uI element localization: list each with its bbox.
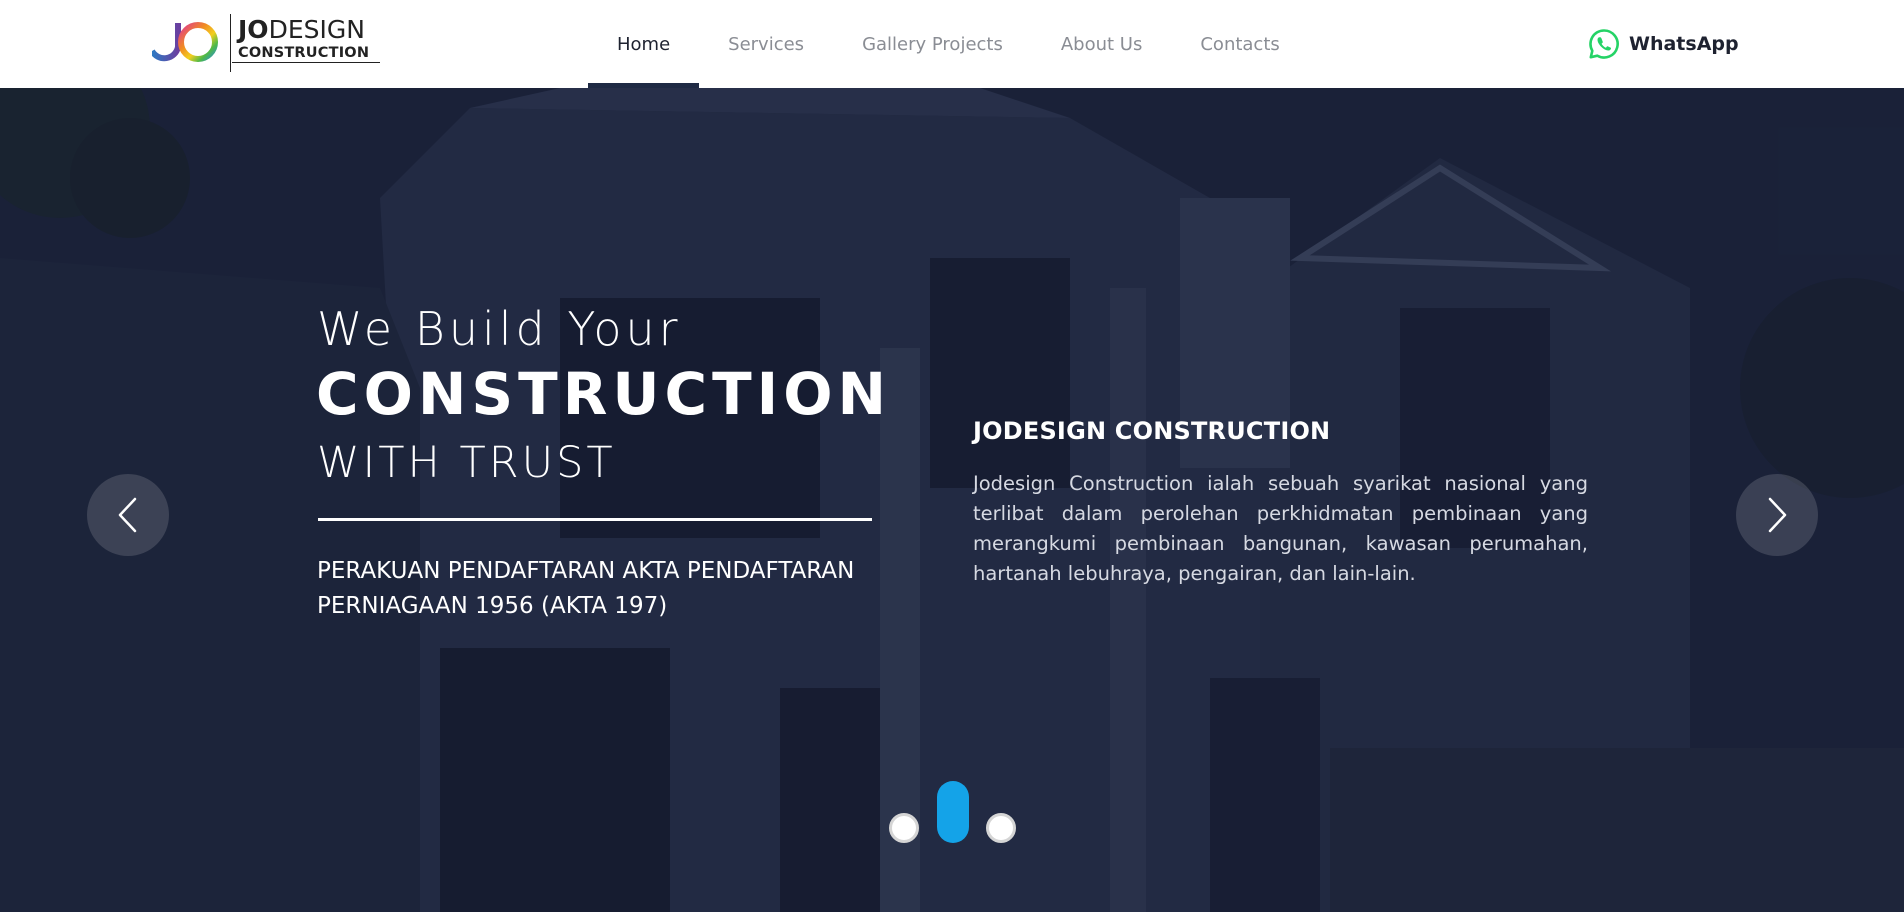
logo-icon — [152, 22, 218, 62]
whatsapp-icon — [1589, 29, 1619, 59]
site-logo[interactable]: JODESIGN CONSTRUCTION — [152, 12, 380, 74]
slider-dot-2[interactable] — [937, 781, 969, 843]
site-header: JODESIGN CONSTRUCTION Home Services Gall… — [0, 0, 1904, 88]
whatsapp-button[interactable]: WhatsApp — [1588, 28, 1739, 60]
hero-headline-line2: CONSTRUCTION — [316, 360, 892, 428]
logo-word-light: DESIGN — [268, 15, 365, 44]
logo-subtitle: CONSTRUCTION — [238, 45, 370, 61]
slider-prev-button[interactable] — [87, 474, 169, 556]
nav-contacts[interactable]: Contacts — [1171, 0, 1308, 88]
nav-gallery-projects[interactable]: Gallery Projects — [833, 0, 1032, 88]
hero-headline-line3: WITH TRUST — [317, 438, 616, 488]
chevron-right-icon — [1768, 497, 1787, 533]
logo-word-bold: JO — [238, 15, 269, 44]
company-description: Jodesign Construction ialah sebuah syari… — [973, 472, 1588, 585]
company-title: JODESIGN CONSTRUCTION — [973, 417, 1331, 445]
slider-dot-3[interactable] — [986, 813, 1016, 843]
registration-text: PERAKUAN PENDAFTARAN AKTA PENDAFTARAN PE… — [317, 558, 855, 619]
whatsapp-label: WhatsApp — [1629, 33, 1739, 55]
hero-headline-line1: We Build Your — [317, 302, 682, 356]
hero-divider — [318, 518, 872, 521]
nav-services[interactable]: Services — [699, 0, 833, 88]
logo-underline — [232, 62, 380, 63]
nav-about-us[interactable]: About Us — [1032, 0, 1172, 88]
main-nav: Home Services Gallery Projects About Us … — [588, 0, 1309, 88]
logo-wordmark: JODESIGN CONSTRUCTION — [238, 16, 369, 62]
chevron-left-icon — [118, 497, 137, 533]
slider-dot-1[interactable] — [889, 813, 919, 843]
logo-divider — [230, 14, 231, 72]
nav-home[interactable]: Home — [588, 0, 700, 88]
slider-next-button[interactable] — [1736, 474, 1818, 556]
